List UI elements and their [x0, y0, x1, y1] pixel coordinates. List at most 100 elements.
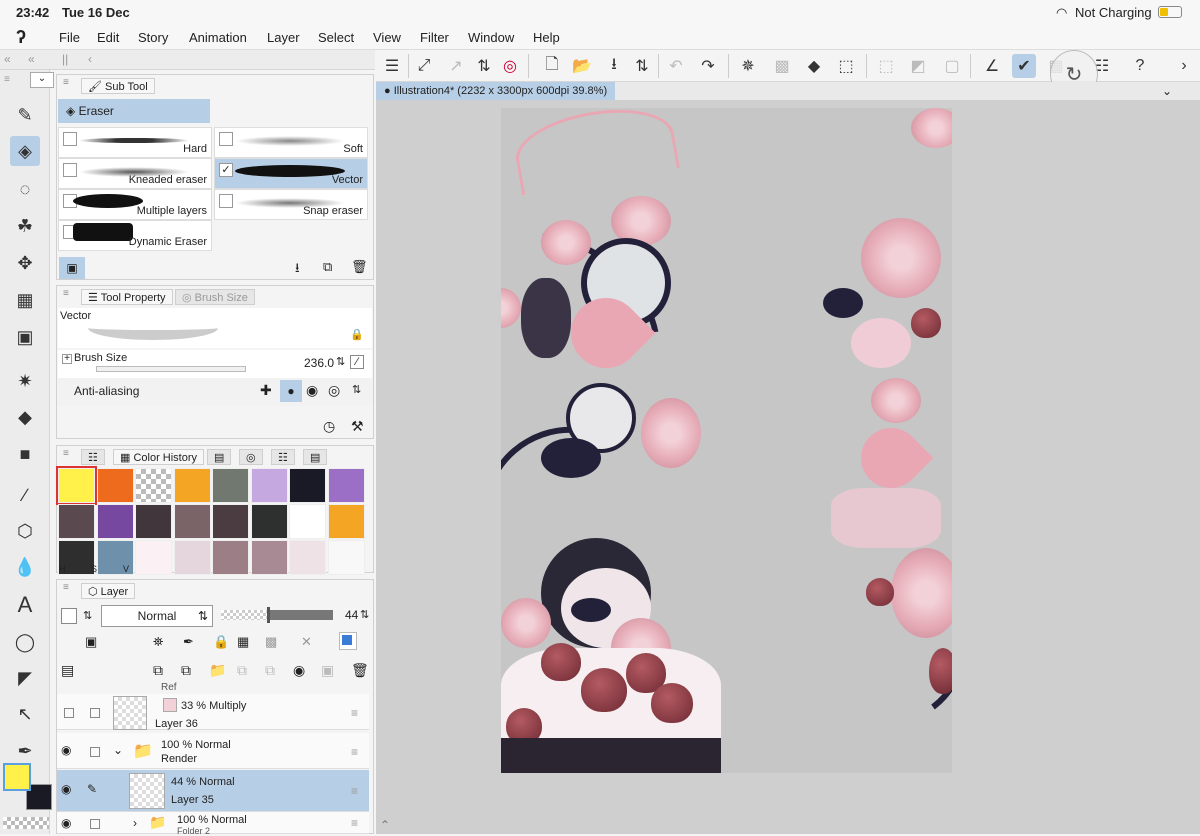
- stepper-icon[interactable]: ⇅: [472, 54, 496, 78]
- collapse-left-icon[interactable]: «: [4, 52, 11, 66]
- drag-handle-icon[interactable]: ≡: [351, 816, 358, 830]
- decoration-tool-icon[interactable]: ☘: [10, 211, 40, 241]
- loading-icon[interactable]: ✵: [736, 54, 760, 78]
- color-swatch[interactable]: [250, 540, 288, 575]
- subtool-group-eraser[interactable]: ◈ Eraser: [58, 99, 210, 123]
- aa-strong-icon[interactable]: ◎: [328, 382, 340, 399]
- eye-icon[interactable]: ◉: [61, 782, 71, 796]
- balloon-tool-icon[interactable]: ◯: [10, 627, 40, 657]
- layer-row-selected[interactable]: ◉ ✎ 44 % Normal Layer 35 ≡: [57, 770, 369, 812]
- redo-icon[interactable]: ↷: [696, 54, 720, 78]
- brush-size-value[interactable]: 236.0: [304, 356, 334, 370]
- clip-icon[interactable]: ▣: [85, 634, 97, 650]
- transform-tool-icon[interactable]: ▦: [10, 285, 40, 315]
- color-swatch[interactable]: [250, 504, 288, 539]
- menu-icon[interactable]: ☰: [380, 54, 404, 78]
- visibility-checkbox[interactable]: [64, 708, 74, 718]
- trash-icon[interactable]: 🗑: [351, 259, 368, 275]
- menu-animation[interactable]: Animation: [189, 30, 247, 45]
- draft-icon[interactable]: ✒: [183, 634, 194, 650]
- color-swatch[interactable]: [96, 468, 134, 503]
- transfer-icon[interactable]: ⧉: [237, 662, 247, 679]
- opacity-slider[interactable]: [221, 607, 333, 623]
- color-swatch[interactable]: [327, 468, 365, 503]
- document-tab[interactable]: ● Illustration4* (2232 x 3300px 600dpi 3…: [376, 82, 616, 100]
- operation-tool-icon[interactable]: ↖: [10, 699, 40, 729]
- timer-icon[interactable]: ◷: [323, 418, 335, 435]
- color-swatch[interactable]: [135, 540, 172, 575]
- fill-icon[interactable]: ◆: [802, 54, 826, 78]
- stepper-icon[interactable]: ⇅: [352, 383, 361, 396]
- main-color-swatch[interactable]: [3, 763, 31, 791]
- layer-row[interactable]: 33 % Multiply Layer 36 ≡: [57, 694, 369, 730]
- color-swatch[interactable]: [135, 504, 172, 539]
- lasso-tool-icon[interactable]: ◌: [10, 174, 40, 204]
- layer-row-folder[interactable]: ◉ › 📁 100 % Normal Folder 2 ≡: [57, 812, 369, 836]
- ruler-tool-icon[interactable]: ◤: [10, 663, 40, 693]
- invert-selection-icon[interactable]: ◩: [906, 54, 930, 78]
- gradient-tool-icon[interactable]: ■: [10, 439, 40, 469]
- color-swatch[interactable]: [289, 540, 326, 575]
- color-swatch[interactable]: [212, 468, 249, 503]
- brush-size-slider[interactable]: [96, 366, 246, 372]
- menu-help[interactable]: Help: [533, 30, 560, 45]
- color-swatch[interactable]: [173, 504, 211, 539]
- companion-icon[interactable]: ◎: [498, 54, 522, 78]
- color-swatch[interactable]: [289, 468, 326, 503]
- fill-tool-icon[interactable]: ◆: [10, 402, 40, 432]
- tab-layer[interactable]: ⬡ Layer: [81, 583, 136, 599]
- merge-icon[interactable]: ⧉: [265, 662, 275, 679]
- fullscreen-icon[interactable]: ⤢: [412, 54, 436, 78]
- color-swatch[interactable]: [58, 504, 95, 539]
- subtool-multiple-layers[interactable]: Multiple layers: [58, 189, 212, 220]
- magic-wand-icon[interactable]: ✷: [10, 366, 40, 396]
- eye-icon[interactable]: ◉: [61, 816, 71, 830]
- help-icon[interactable]: ?: [1128, 54, 1152, 78]
- drag-handle-icon[interactable]: ≡: [351, 784, 358, 798]
- pressure-icon[interactable]: ∕: [350, 355, 364, 369]
- subtool-dynamic-eraser[interactable]: Dynamic Eraser: [58, 220, 212, 251]
- save-icon[interactable]: ⭳: [602, 54, 626, 78]
- edit-checkbox[interactable]: [90, 747, 100, 757]
- drag-handle-icon[interactable]: ≡: [351, 706, 358, 720]
- color-swatch[interactable]: [250, 468, 288, 503]
- drag-handle-icon[interactable]: ≡: [351, 745, 358, 759]
- subtool-kneaded-eraser[interactable]: Kneaded eraser: [58, 158, 212, 189]
- opacity-value[interactable]: 44: [345, 608, 358, 622]
- tab-approx[interactable]: ☷: [271, 449, 295, 465]
- transparent-color-swatch[interactable]: [3, 817, 49, 829]
- folder-expand-icon[interactable]: ⌄: [113, 743, 123, 757]
- tab-intermediate[interactable]: ◎: [239, 449, 263, 465]
- chevron-right-icon[interactable]: ›: [1172, 54, 1196, 78]
- color-swatch[interactable]: [212, 540, 249, 575]
- eye-icon[interactable]: ◉: [61, 743, 71, 757]
- layer-settings-icon[interactable]: ▤: [61, 662, 74, 679]
- import-icon[interactable]: ⭳: [295, 259, 300, 281]
- new-vector-icon[interactable]: ⧉: [181, 662, 191, 679]
- tab-color-wheel[interactable]: ☷: [81, 449, 105, 465]
- eraser-tool-icon[interactable]: ◈: [10, 136, 40, 166]
- save-stepper-icon[interactable]: ⇅: [630, 54, 654, 78]
- mask-icon[interactable]: ◉: [293, 662, 305, 679]
- stamp-tool-icon[interactable]: ▣: [10, 322, 40, 352]
- blend-tool-icon[interactable]: 💧: [10, 552, 40, 582]
- color-swatch[interactable]: [56, 466, 97, 505]
- new-folder-icon[interactable]: 📁: [209, 662, 226, 679]
- chevron-left-icon[interactable]: ‹: [88, 52, 92, 66]
- reference-icon[interactable]: ⛯: [153, 634, 163, 650]
- duplicate-icon[interactable]: ⧉: [323, 259, 332, 275]
- subtool-vector[interactable]: ✓ Vector: [214, 158, 368, 189]
- menu-story[interactable]: Story: [138, 30, 168, 45]
- export-icon[interactable]: ↗: [444, 54, 468, 78]
- pen-tool-icon[interactable]: ✎: [10, 100, 40, 130]
- expand-up-icon[interactable]: ⌃: [380, 818, 390, 832]
- tab-tool-property[interactable]: ☰ Tool Property: [81, 289, 173, 305]
- color-swatch[interactable]: [212, 504, 249, 539]
- layer-row-folder[interactable]: ◉ ⌄ 📁 100 % Normal Render ≡: [57, 733, 369, 769]
- tab-color-set[interactable]: ▤: [207, 449, 232, 465]
- delete-layer-icon[interactable]: 🗑: [351, 662, 369, 679]
- layer-color-icon[interactable]: [339, 632, 357, 650]
- color-swatch[interactable]: [135, 468, 172, 503]
- stepper-icon[interactable]: ⇅: [336, 355, 345, 368]
- layer-color-box[interactable]: [61, 608, 77, 624]
